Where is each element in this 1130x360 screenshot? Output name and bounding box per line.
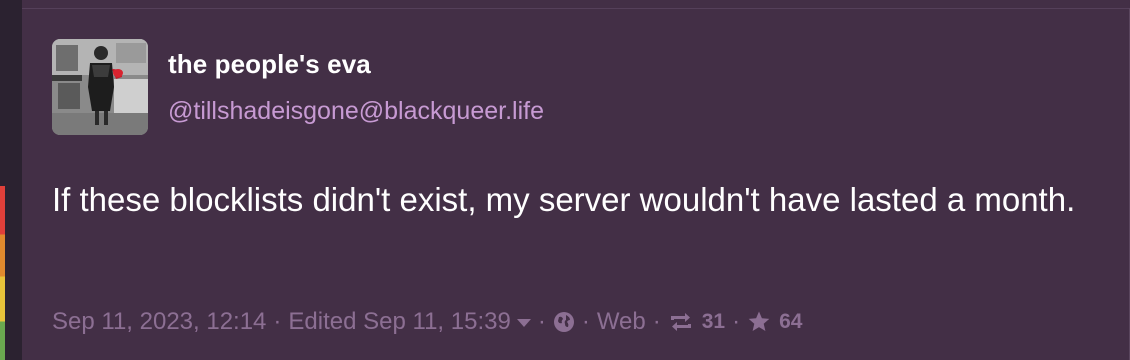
display-name[interactable]: the people's eva [168, 49, 371, 80]
meta-separator: · [581, 308, 590, 335]
application-name: Web [596, 308, 646, 335]
card-top-border [22, 8, 1130, 9]
rainbow-stripe [0, 186, 5, 360]
favourite-count: 64 [779, 310, 803, 333]
status-content: If these blocklists didn't exist, my ser… [52, 181, 1076, 218]
meta-separator: · [732, 308, 741, 335]
star-icon[interactable] [747, 310, 771, 334]
edited-label: Edited Sep 11, 15:39 [288, 308, 511, 335]
avatar[interactable] [52, 39, 148, 135]
globe-icon [553, 311, 575, 333]
account-handle[interactable]: @tillshadeisgone@blackqueer.life [168, 97, 544, 126]
meta-separator: · [537, 308, 546, 335]
status-meta: Sep 11, 2023, 12:14 · Edited Sep 11, 15:… [52, 307, 802, 337]
reblog-count: 31 [701, 310, 726, 333]
meta-separator: · [652, 308, 661, 335]
status-timestamp[interactable]: Sep 11, 2023, 12:14 [52, 308, 266, 336]
meta-separator: · [273, 308, 282, 335]
chevron-down-icon [516, 319, 531, 327]
boost-icon[interactable] [668, 312, 694, 332]
edited-history-button[interactable]: Edited Sep 11, 15:39 [288, 308, 531, 336]
status-card: the people's eva @tillshadeisgone@blackq… [22, 0, 1130, 360]
